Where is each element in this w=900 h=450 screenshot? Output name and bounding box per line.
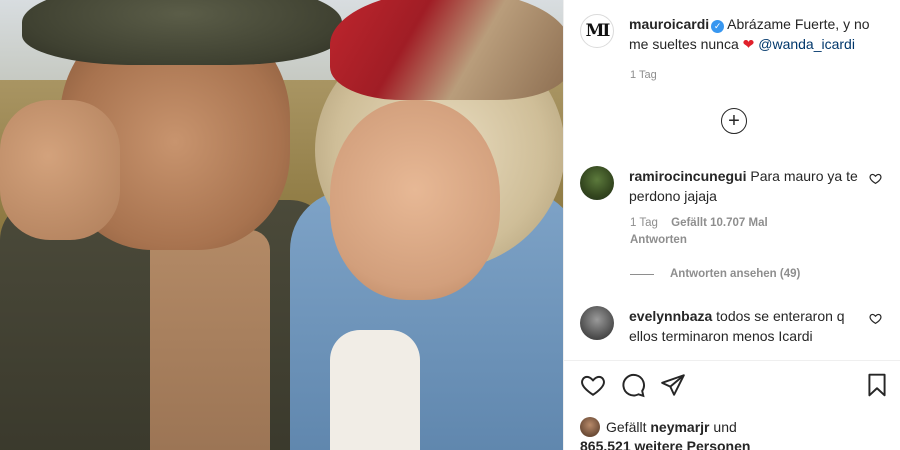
post-caption: MI mauroicardi ✓ Abrázame Fuerte, y no me … (580, 14, 890, 54)
comment-item: evelynnbaza todos se enteraron q ellos t… (580, 306, 890, 346)
caption-text-line1: Abrázame Fuerte, y no (727, 16, 870, 32)
comment-icon[interactable] (620, 372, 648, 400)
replies-divider-line (630, 273, 654, 275)
photo-woman-scarf (330, 0, 563, 100)
caption-text-line2: me sueltes nunca (629, 36, 739, 52)
photo-woman-top (330, 330, 420, 450)
view-replies-button[interactable]: Antworten ansehen (49) (630, 268, 800, 280)
commenter-username[interactable]: evelynnbaza (629, 308, 712, 324)
comment-likes-count[interactable]: Gefällt 10.707 Mal (671, 217, 768, 229)
post-side-panel: MI mauroicardi ✓ Abrázame Fuerte, y no me … (563, 0, 900, 450)
verified-check-icon: ✓ (711, 20, 725, 33)
photo-man-arm (0, 100, 120, 240)
comment-body: evelynnbaza todos se enteraron q ellos t… (629, 306, 859, 346)
likes-count-link[interactable]: 865.521 weitere Personen (580, 438, 750, 450)
commenter-avatar[interactable] (580, 166, 614, 200)
paper-plane-icon[interactable] (660, 372, 688, 400)
post-photo[interactable] (0, 0, 563, 450)
comment-timestamp[interactable]: 1 Tag (630, 217, 658, 229)
heart-outline-icon[interactable] (869, 312, 882, 328)
caption-mention-link[interactable]: @wanda_icardi (758, 36, 855, 52)
comment-meta: 1 Tag Gefällt 10.707 Mal (630, 217, 768, 229)
commenter-avatar[interactable] (580, 306, 614, 340)
caption-body: mauroicardi ✓ Abrázame Fuerte, y no me sue… (629, 14, 870, 54)
likes-prefix: Gefällt (606, 419, 647, 435)
photo-woman-face (330, 100, 500, 300)
comment-item: ramirocincunegui Para mauro ya te perdon… (580, 166, 890, 206)
liker-avatar[interactable] (580, 417, 600, 437)
bookmark-icon[interactable] (864, 372, 892, 400)
post-action-bar (580, 372, 892, 404)
load-more-glyph: + (728, 110, 740, 132)
author-avatar[interactable]: MI (580, 14, 614, 48)
plus-circle-icon[interactable]: + (721, 108, 747, 134)
comment-body: ramirocincunegui Para mauro ya te perdon… (629, 166, 859, 206)
reply-button[interactable]: Antworten (630, 234, 687, 246)
photo-man-shirt (150, 230, 270, 450)
author-logo-text: MI (585, 21, 611, 41)
likes-summary: Gefällt neymarjr und 865.521 weitere Per… (580, 417, 890, 450)
view-replies-label: Antworten ansehen (49) (670, 268, 801, 280)
actions-divider (564, 360, 900, 361)
caption-timestamp[interactable]: 1 Tag (630, 69, 657, 81)
heart-emoji-icon: ❤ (742, 36, 755, 52)
commenter-username[interactable]: ramirocincunegui (629, 168, 746, 184)
heart-outline-icon[interactable] (869, 172, 882, 188)
heart-outline-icon[interactable] (580, 372, 608, 400)
photo-man-cap (22, 0, 342, 65)
author-username[interactable]: mauroicardi (629, 16, 709, 32)
likes-conjunction: und (713, 419, 737, 435)
instagram-post: MI mauroicardi ✓ Abrázame Fuerte, y no me … (0, 0, 900, 450)
liker-username[interactable]: neymarjr (650, 419, 709, 435)
